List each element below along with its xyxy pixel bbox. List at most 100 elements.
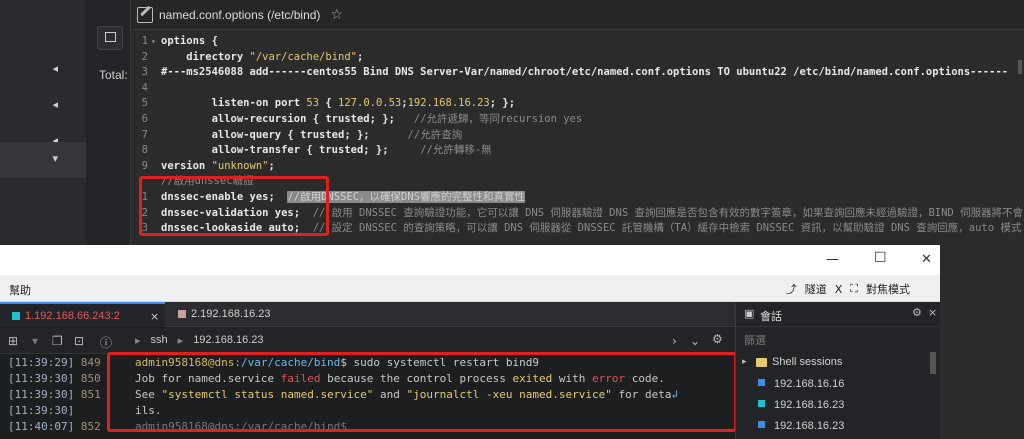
code-line: 6 allow-recursion { trusted; }; //允許遞歸，等…: [131, 112, 1024, 128]
code-text: #---ms2546088 add------centos55 Bind DNS…: [161, 66, 1009, 79]
nav-row-1[interactable]: ◂: [0, 50, 86, 86]
session-filter-input[interactable]: 篩選: [744, 332, 766, 348]
code-text: directory "/var/cache/bind";: [161, 50, 364, 63]
menu-tunnel[interactable]: 隧道: [805, 281, 827, 297]
fold-icon[interactable]: ▾: [151, 34, 161, 50]
line-number: 8: [141, 144, 148, 157]
tab-label: 1.192.168.66.243:2: [25, 310, 120, 322]
line-number: 6: [141, 112, 148, 125]
arrow-icon: ▸: [177, 335, 184, 347]
scrollbar[interactable]: [1018, 60, 1022, 74]
x-icon[interactable]: X: [835, 283, 843, 296]
highlight-box: [139, 176, 329, 236]
session-color-icon: [758, 379, 765, 386]
chevron-down-icon[interactable]: ▾: [32, 334, 38, 348]
session-panel: ▣ 會話 ⚙ × 篩選 ▸ Shell sessions 192.168.16.…: [735, 302, 941, 439]
tab-label: 2.192.168.16.23: [191, 308, 271, 320]
protocol-label: ssh: [150, 334, 168, 346]
edit-icon: [137, 6, 153, 23]
close-icon[interactable]: ✕: [921, 252, 932, 267]
left-nav: ◂ ◂ ◂ ▾: [0, 0, 86, 250]
line-number: 9: [141, 159, 148, 172]
fold-icon[interactable]: [151, 65, 161, 81]
menu-help[interactable]: 幫助: [9, 282, 31, 298]
session-color-icon: [758, 400, 765, 407]
nav-row-2[interactable]: ◂: [0, 86, 86, 122]
fold-icon[interactable]: [151, 128, 161, 144]
code-line: 4: [131, 81, 1024, 97]
tab-bar: 1.192.168.66.243:2 × 2.192.168.16.23: [0, 302, 735, 327]
fold-icon[interactable]: [151, 96, 161, 112]
copy-icon: [105, 32, 116, 42]
copy-button[interactable]: [97, 26, 123, 50]
session-panel-header: ▣ 會話 ⚙ ×: [736, 302, 941, 327]
code-line: 3 #---ms2546088 add------centos55 Bind DN…: [131, 65, 1024, 81]
fold-icon[interactable]: [151, 81, 161, 97]
line-number: 3: [141, 66, 148, 79]
line-number: 4: [141, 81, 148, 94]
terminal-toolbar: ⊞ ▾ ❐ ⊡ ⓘ ▸ ssh ▸ 192.168.16.23 › ⌄ ⚙: [0, 328, 735, 354]
duplicate-icon[interactable]: ❐: [52, 334, 63, 348]
code-line: 7 allow-query { trusted; }; //允許查詢: [131, 128, 1024, 144]
line-number: 5: [141, 97, 148, 110]
host-label: 192.168.16.23: [193, 334, 264, 346]
chevron-left-icon: ◂: [52, 62, 58, 75]
line-number: 2: [141, 50, 148, 63]
code-line: 1 ▾ options {: [131, 34, 1024, 50]
close-icon[interactable]: ×: [928, 306, 937, 319]
scrollbar[interactable]: [930, 352, 936, 374]
monitor-icon: ▣: [744, 307, 755, 320]
session-panel-title: 會話: [760, 311, 782, 323]
editor-header: named.conf.options (/etc/bind) ☆: [131, 0, 1024, 30]
code-text: allow-transfer { trusted; }; //允許轉移-無: [161, 144, 492, 157]
code-line: 9 version "unknown";: [131, 159, 1024, 175]
background-panel: [940, 245, 1024, 439]
timestamp-row: [11:39:30] 851: [8, 388, 101, 401]
title-bar: — ☐ ✕: [0, 245, 940, 275]
close-icon[interactable]: ×: [150, 304, 159, 329]
split-icon[interactable]: ⊡: [74, 334, 84, 348]
code-line: 2 directory "/var/cache/bind";: [131, 50, 1024, 66]
info-icon[interactable]: ⓘ: [100, 334, 112, 351]
expand-icon[interactable]: ▸: [742, 352, 747, 373]
maximize-icon[interactable]: ☐: [874, 250, 887, 266]
session-item[interactable]: 192.168.16.23: [736, 395, 941, 416]
chevron-down-icon[interactable]: ⌄: [690, 334, 700, 348]
fold-icon[interactable]: [151, 112, 161, 128]
session-item[interactable]: 192.168.16.16: [736, 374, 941, 395]
code-text: version "unknown";: [161, 159, 275, 172]
file-title: named.conf.options (/etc/bind): [159, 7, 321, 22]
session-color-icon: [758, 421, 765, 428]
new-tab-icon[interactable]: ⊞: [8, 334, 18, 348]
menu-bar: 幫助 ⤴ 隧道 X ⛶ 對焦模式: [0, 275, 940, 302]
highlight-box: [107, 352, 737, 432]
tunnel-icon: ⤴: [785, 283, 797, 296]
minimize-icon[interactable]: —: [826, 252, 839, 267]
fullscreen-icon: ⛶: [850, 282, 858, 295]
timestamp-row: [11:39:30] 850: [8, 372, 101, 385]
code-text: listen-on port 53 { 127.0.0.53;192.168.1…: [161, 97, 516, 110]
tab-color-dot: [12, 312, 20, 320]
code-line: 5 listen-on port 53 { 127.0.0.53;192.168…: [131, 96, 1024, 112]
line-number: 7: [141, 128, 148, 141]
tab-color-dot: [178, 310, 186, 318]
fold-icon[interactable]: [151, 50, 161, 66]
timestamp-row: [11:39:30]: [8, 404, 75, 417]
tab-session-2[interactable]: 2.192.168.16.23: [166, 302, 328, 327]
settings-icon[interactable]: ⚙: [912, 306, 922, 319]
menu-focus-mode[interactable]: 對焦模式: [866, 281, 910, 297]
chevron-right-icon[interactable]: ›: [672, 334, 677, 348]
session-group[interactable]: ▸ Shell sessions: [736, 352, 941, 373]
star-icon[interactable]: ☆: [330, 7, 343, 23]
session-item[interactable]: 192.168.16.23: [736, 416, 941, 437]
nav-row-4[interactable]: ▾: [0, 142, 86, 178]
fold-icon[interactable]: [151, 159, 161, 175]
code-text: allow-recursion { trusted; }; //允許遞歸，等同r…: [161, 112, 583, 125]
session-group-label: Shell sessions: [772, 356, 843, 368]
tab-session-1[interactable]: 1.192.168.66.243:2 ×: [0, 302, 165, 327]
timestamp-row: [11:40:07] 852: [8, 420, 101, 433]
code-line: 8 allow-transfer { trusted; }; //允許轉移-無: [131, 143, 1024, 159]
settings-icon[interactable]: ⚙: [712, 332, 723, 346]
fold-icon[interactable]: [151, 143, 161, 159]
timestamp-row: [11:39:29] 849: [8, 356, 101, 369]
